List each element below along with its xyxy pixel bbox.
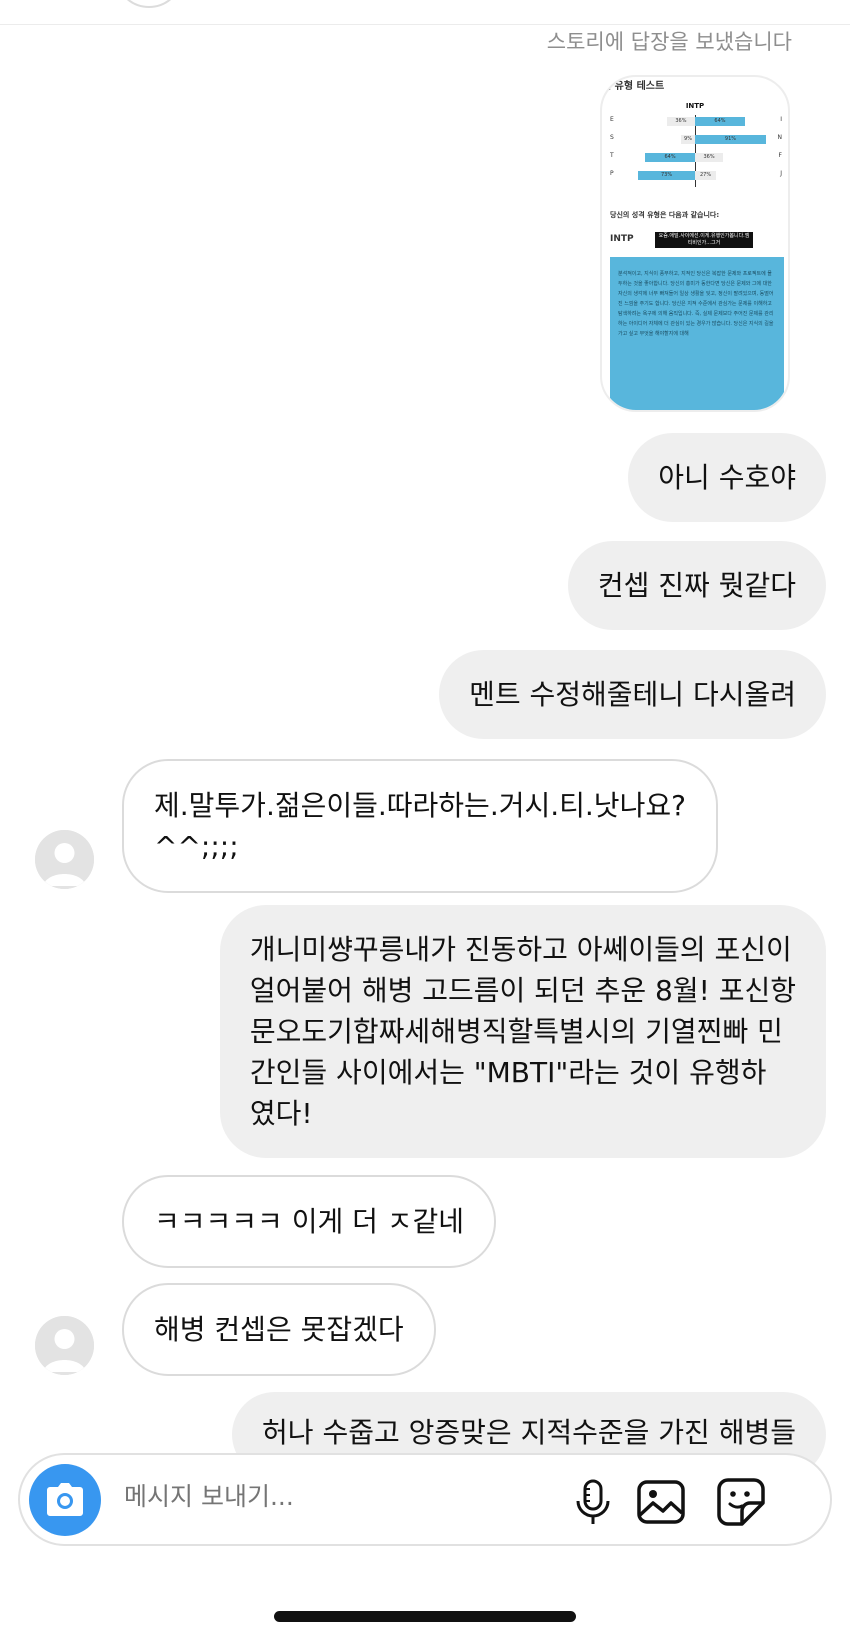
row-right-letter: J [780, 170, 782, 177]
microphone-icon [576, 1479, 610, 1524]
story-reply-card[interactable]: 격 유형 테스트 INTP E 36% 64% I S 9% 91% N T 6… [600, 75, 790, 412]
message-bubble-outgoing[interactable]: 아니 수호야 [628, 433, 826, 522]
sender-avatar[interactable] [35, 830, 94, 889]
top-avatar-partial [118, 0, 180, 8]
story-reply-note: 스토리에 답장을 보냈습니다 [546, 30, 792, 54]
story-card-type-label: INTP [685, 102, 705, 110]
message-bubble-incoming[interactable]: 제.말투가.젊은이들.따라하는.거시.티.낫나요? ^^;;;; [122, 759, 718, 893]
sender-avatar[interactable] [35, 1316, 94, 1375]
row-right-letter: I [780, 116, 782, 123]
message-bubble-outgoing[interactable]: 멘트 수정해줄테니 다시올려 [439, 650, 826, 739]
message-bubble-incoming[interactable]: 해병 컨셉은 못잡겠다 [122, 1283, 436, 1376]
row-left-letter: S [610, 134, 614, 141]
message-composer [18, 1453, 832, 1546]
message-text: 아니 수호야 [658, 461, 796, 494]
story-card-row: P 73% 27% J [610, 169, 782, 183]
message-text: 제.말투가.젊은이들.따라하는.거시.티.낫나요? [154, 789, 686, 822]
message-bubble-outgoing[interactable]: 컨셉 진짜 뭣같다 [567, 541, 826, 630]
home-indicator [274, 1611, 576, 1622]
story-card-description: 분석적이고, 지식이 풍부하고, 지적인 당신은 복잡한 문제와 프로젝트에 몰… [610, 257, 784, 410]
message-text: 얼어붙어 해병 고드름이 되던 추운 8월! 포신항 [249, 974, 796, 1007]
row-left-letter: T [610, 152, 614, 159]
story-card-row: T 64% 36% F [610, 151, 782, 165]
row-left-letter: P [610, 170, 614, 177]
camera-button[interactable] [29, 1464, 101, 1536]
default-avatar-icon [35, 1316, 94, 1375]
story-card-title: 격 유형 테스트 [602, 81, 665, 92]
message-text: 허나 수줍고 앙증맞은 지적수준을 가진 해병들 [262, 1416, 796, 1449]
message-text: 멘트 수정해줄테니 다시올려 [469, 678, 796, 711]
sticker-icon [717, 1478, 765, 1526]
message-input[interactable] [124, 1482, 524, 1511]
story-card-result-heading: 당신의 성격 유형은 다음과 같습니다: [610, 211, 720, 219]
message-text: 문오도기합짜세해병직할특별시의 기열찐빠 민 [249, 1015, 783, 1048]
row-right-bar: 36% [695, 153, 724, 162]
message-text: 였다! [249, 1097, 313, 1130]
story-card-result-tag: 요즘.애덜.사이에선.이게.유행인가봅니다.엠티비인가...그거 [655, 232, 753, 248]
message-text: 컨셉 진짜 뭣같다 [597, 569, 796, 602]
microphone-button[interactable] [568, 1477, 618, 1527]
sticker-button[interactable] [716, 1477, 766, 1527]
story-card-row: E 36% 64% I [610, 115, 782, 129]
row-left-letter: E [610, 116, 614, 123]
message-text: ^^;;;; [154, 830, 239, 863]
story-card-result-type: INTP [610, 234, 634, 244]
gallery-icon [637, 1480, 685, 1524]
row-left-bar: 64% [645, 153, 695, 162]
message-text: 간인들 사이에서는 "MBTI"라는 것이 유행하 [249, 1056, 767, 1089]
message-text: 해병 컨셉은 못잡겠다 [154, 1313, 404, 1346]
camera-icon [47, 1483, 83, 1516]
gallery-button[interactable] [636, 1477, 686, 1527]
default-avatar-icon [35, 830, 94, 889]
row-left-bar: 73% [638, 171, 695, 180]
message-bubble-outgoing[interactable]: 개니미썅꾸릉내가 진동하고 아쎄이들의 포신이 얼어붙어 해병 고드름이 되던 … [219, 905, 826, 1158]
row-right-letter: F [778, 152, 782, 159]
message-bubble-incoming[interactable]: ㅋㅋㅋㅋㅋ 이게 더 ㅈ같네 [122, 1175, 497, 1268]
row-right-bar: 64% [695, 117, 745, 126]
message-text: ㅋㅋㅋㅋㅋ 이게 더 ㅈ같네 [154, 1205, 465, 1238]
row-right-letter: N [777, 134, 783, 141]
message-text: 개니미썅꾸릉내가 진동하고 아쎄이들의 포신이 [249, 933, 792, 966]
row-left-bar: 36% [666, 117, 695, 126]
header-divider [0, 24, 850, 25]
row-left-bar: 9% [681, 135, 695, 144]
row-right-bar: 91% [695, 135, 766, 144]
row-right-bar: 27% [695, 171, 717, 180]
story-card-row: S 9% 91% N [610, 133, 782, 147]
